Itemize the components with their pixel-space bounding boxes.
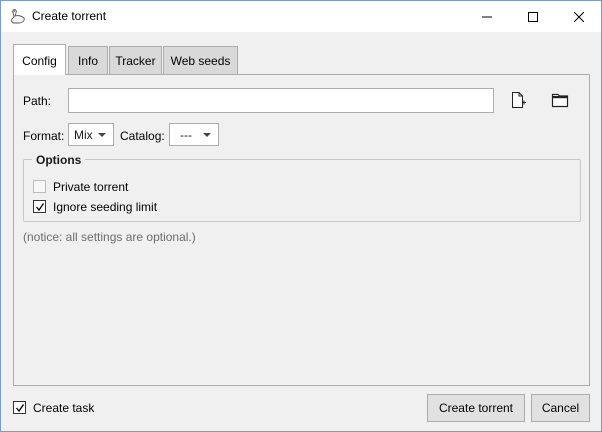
catalog-select[interactable]: --- [169, 123, 219, 146]
notice-text: (notice: all settings are optional.) [23, 230, 196, 244]
ignore-seeding-limit-checkbox[interactable] [33, 200, 46, 213]
create-task-checkbox[interactable] [13, 401, 26, 414]
private-torrent-checkbox[interactable] [33, 180, 46, 193]
private-torrent-label[interactable]: Private torrent [53, 180, 128, 194]
chevron-down-icon [203, 133, 211, 137]
open-folder-icon [551, 93, 569, 108]
format-label: Format: [23, 129, 65, 143]
window-title: Create torrent [32, 9, 107, 23]
create-task-label[interactable]: Create task [33, 401, 94, 415]
cancel-button[interactable]: Cancel [531, 394, 590, 422]
tab-web-seeds[interactable]: Web seeds [163, 46, 238, 74]
catalog-label: Catalog: [120, 129, 165, 143]
new-file-icon [512, 92, 526, 108]
checkmark-icon [16, 404, 25, 413]
catalog-value: --- [180, 128, 192, 142]
minimize-icon [482, 16, 492, 17]
minimize-button[interactable] [464, 1, 510, 32]
options-title: Options [32, 153, 86, 167]
tab-config[interactable]: Config [13, 44, 66, 75]
chevron-down-icon [98, 133, 106, 137]
close-icon [574, 11, 584, 22]
path-label: Path: [23, 94, 52, 108]
checkmark-icon [36, 203, 45, 212]
maximize-button[interactable] [510, 1, 556, 32]
new-file-button[interactable] [506, 88, 530, 112]
create-torrent-window: Create torrent Config Info Tracker Web s… [0, 0, 602, 432]
tab-info[interactable]: Info [68, 46, 108, 74]
goose-icon [11, 9, 25, 24]
path-input[interactable] [68, 88, 494, 113]
open-folder-button[interactable] [548, 88, 572, 112]
tab-tracker[interactable]: Tracker [109, 46, 162, 74]
close-button[interactable] [556, 1, 602, 32]
maximize-icon [528, 11, 538, 22]
ignore-seeding-limit-label[interactable]: Ignore seeding limit [53, 200, 157, 214]
format-value: Mix [74, 128, 93, 142]
create-torrent-button[interactable]: Create torrent [427, 394, 525, 422]
title-bar[interactable]: Create torrent [1, 1, 601, 32]
format-select[interactable]: Mix [68, 123, 114, 146]
